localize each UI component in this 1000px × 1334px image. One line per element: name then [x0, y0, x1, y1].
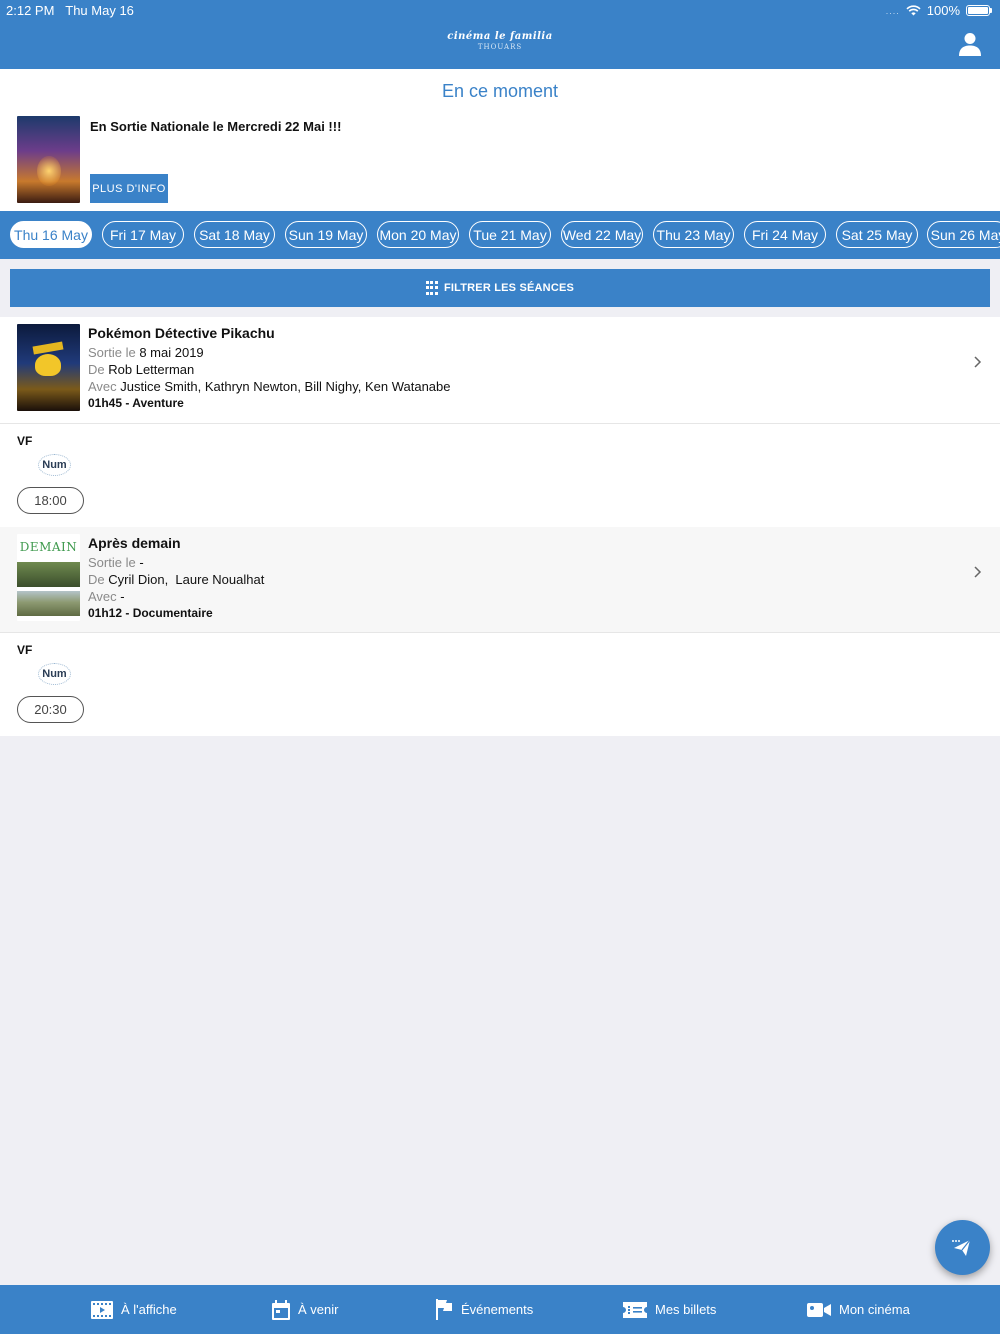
movie-info: Après demain Sortie le - De Cyril Dion, … — [88, 535, 264, 622]
tab-my-tickets[interactable]: Mes billets — [623, 1285, 716, 1334]
language-label: VF — [17, 434, 33, 448]
chevron-right-icon — [974, 566, 982, 578]
date-pill[interactable]: Sun 19 May — [285, 221, 367, 248]
header: 2:12 PM Thu May 16 .... 100% cinéma le f… — [0, 0, 1000, 69]
movie-poster — [17, 324, 80, 411]
date-pill[interactable]: Thu 23 May — [653, 221, 734, 248]
movie-title: Pokémon Détective Pikachu — [88, 325, 275, 341]
date-pill[interactable]: Fri 24 May — [744, 221, 826, 248]
language-label: VF — [17, 643, 33, 657]
ticket-icon — [623, 1301, 647, 1318]
tab-label: Événements — [461, 1302, 534, 1317]
featured-heading: En ce moment — [441, 81, 559, 101]
ticket-plane-icon — [951, 1239, 970, 1256]
battery-percent: 100% — [926, 3, 960, 18]
tab-bar: À l'affiche À venir Événements Mes bille… — [0, 1285, 1000, 1334]
wifi-icon — [906, 5, 921, 16]
camera-icon — [807, 1302, 831, 1317]
tab-my-cinema[interactable]: Mon cinéma — [807, 1285, 910, 1334]
format-badge: Num — [38, 663, 71, 685]
cast: - — [120, 589, 125, 604]
date-pill[interactable]: Wed 22 May — [561, 221, 643, 248]
status-time: 2:12 PM Thu May 16 — [6, 3, 134, 18]
date-pill[interactable]: Mon 20 May — [377, 221, 459, 248]
status-indicators: .... 100% — [886, 3, 992, 18]
floating-action-button[interactable] — [935, 1220, 990, 1275]
date-pill[interactable]: Thu 16 May — [10, 221, 92, 248]
date-pill[interactable]: Sat 25 May — [836, 221, 918, 248]
status-date-text: Thu May 16 — [65, 3, 134, 18]
movie-card[interactable]: Pokémon Détective Pikachu Sortie le 8 ma… — [0, 317, 1000, 423]
film-icon — [91, 1300, 113, 1319]
tab-label: Mon cinéma — [839, 1302, 910, 1317]
tab-label: À venir — [298, 1302, 339, 1317]
tab-events[interactable]: Événements — [435, 1285, 533, 1334]
more-info-button[interactable]: PLUS D'INFO — [90, 174, 168, 203]
director: Cyril Dion, Laure Noualhat — [108, 572, 265, 587]
tab-now-showing[interactable]: À l'affiche — [91, 1285, 177, 1334]
flag-icon — [436, 1299, 452, 1320]
signal-dots: .... — [885, 5, 900, 16]
session-list: VF Num 20:30 — [0, 632, 1000, 736]
date-pill[interactable]: Fri 17 May — [102, 221, 184, 248]
featured-section: En ce moment En Sortie Nationale le Merc… — [0, 69, 1000, 211]
movie-info: Pokémon Détective Pikachu Sortie le 8 ma… — [88, 325, 451, 412]
user-account-icon[interactable] — [959, 32, 981, 56]
tab-label: À l'affiche — [121, 1302, 177, 1317]
session-list: VF Num 18:00 — [0, 423, 1000, 527]
director-label: De — [88, 362, 105, 377]
filter-label: FILTRER LES SÉANCES — [443, 282, 575, 294]
format-badge: Num — [38, 454, 71, 476]
status-time-text: 2:12 PM — [6, 3, 55, 18]
tab-upcoming[interactable]: À venir — [272, 1285, 338, 1334]
featured-poster[interactable] — [17, 116, 80, 203]
showtime-button[interactable]: 18:00 — [17, 487, 84, 514]
director: Rob Letterman — [108, 362, 195, 377]
logo-main: cinéma le familia — [447, 31, 553, 42]
movie-title: Après demain — [88, 535, 181, 551]
director-label: De — [88, 572, 105, 587]
date-pill[interactable]: Tue 21 May — [469, 221, 551, 248]
release-label: Sortie le — [88, 345, 136, 360]
logo-sub: THOUARS — [477, 43, 523, 51]
movie-card[interactable]: DEMAIN Après demain Sortie le - De Cyril… — [0, 527, 1000, 633]
cast: Justice Smith, Kathryn Newton, Bill Nigh… — [120, 379, 451, 394]
date-pill[interactable]: Sun 26 May — [927, 221, 1000, 248]
poster-title: DEMAIN — [19, 540, 78, 554]
battery-icon — [966, 5, 990, 16]
cast-label: Avec — [88, 589, 117, 604]
release-label: Sortie le — [88, 555, 136, 570]
date-selector: Thu 16 May Fri 17 May Sat 18 May Sun 19 … — [0, 211, 1000, 259]
cast-label: Avec — [88, 379, 117, 394]
tab-label: Mes billets — [655, 1302, 717, 1317]
movie-meta: 01h12 - Documentaire — [88, 606, 213, 620]
calendar-icon — [272, 1299, 290, 1320]
movie-poster: DEMAIN — [17, 534, 80, 621]
movie-meta: 01h45 - Aventure — [88, 396, 184, 410]
featured-text: En Sortie Nationale le Mercredi 22 Mai !… — [90, 119, 342, 134]
release-date: 8 mai 2019 — [139, 345, 204, 360]
showtime-button[interactable]: 20:30 — [17, 696, 84, 723]
cinema-logo: cinéma le familia THOUARS — [0, 31, 1000, 51]
grid-icon — [425, 280, 438, 296]
filter-sessions-button[interactable]: FILTRER LES SÉANCES — [10, 269, 990, 307]
chevron-right-icon — [974, 356, 982, 368]
date-pill[interactable]: Sat 18 May — [194, 221, 275, 248]
release-date: - — [139, 555, 144, 570]
